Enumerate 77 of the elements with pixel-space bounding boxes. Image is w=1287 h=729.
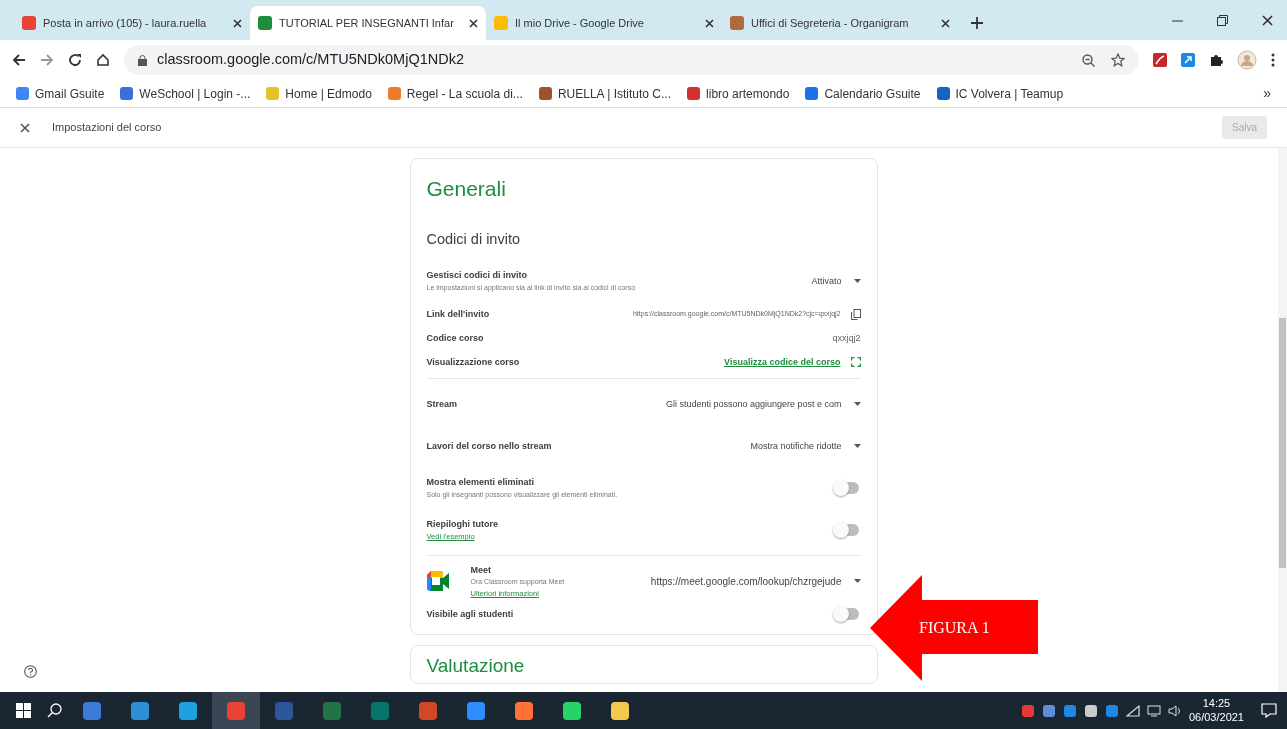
extension-icon[interactable]: [1181, 53, 1195, 67]
card-title: Generali: [426, 176, 507, 202]
windows-logo-icon[interactable]: [16, 703, 31, 718]
more-bookmarks-button[interactable]: »: [1263, 83, 1271, 104]
bookmark[interactable]: Gmail Gsuite: [16, 84, 105, 103]
bookmark[interactable]: Calendario Gsuite: [805, 84, 921, 103]
toggle-switch[interactable]: [834, 524, 859, 537]
bookmark[interactable]: RUELLA | Istituto C...: [538, 84, 672, 103]
tray-icon[interactable]: [1062, 703, 1077, 718]
network-icon[interactable]: [1125, 704, 1140, 717]
menu-icon[interactable]: [1271, 53, 1275, 67]
toggle-switch[interactable]: [834, 608, 859, 621]
new-tab-icon[interactable]: [970, 16, 984, 30]
setting-label: Stream: [426, 397, 457, 411]
page-title: Impostazioni del corso: [52, 120, 162, 136]
forward-icon[interactable]: [40, 53, 54, 67]
toggle-switch[interactable]: [834, 482, 859, 495]
dropdown-select[interactable]: Attivato: [811, 274, 861, 288]
monitor-icon[interactable]: [1146, 704, 1161, 717]
browser-tab[interactable]: Uffici di Segreteria - Organigram: [722, 6, 958, 40]
copy-icon[interactable]: [850, 308, 861, 320]
dropdown-select[interactable]: Mostra notifiche ridotte: [750, 439, 861, 453]
browser-tab[interactable]: TUTORIAL PER INSEGNANTI Infar: [250, 6, 486, 40]
setting-label: Link dell'invito: [426, 307, 490, 321]
setting-label: Visibile agli studenti: [426, 607, 514, 621]
bookmark[interactable]: Home | Edmodo: [266, 84, 372, 103]
bookmark[interactable]: Regel - La scuola di...: [387, 84, 523, 103]
bookmark[interactable]: IC Volvera | Teamup: [936, 84, 1064, 103]
view-code-link[interactable]: Visualizza codice del corso: [724, 355, 841, 369]
tray-icon[interactable]: [1083, 703, 1098, 718]
setting-label: Lavori del corso nello stream: [426, 439, 552, 453]
close-icon[interactable]: [1262, 14, 1273, 26]
tray-icon[interactable]: [1041, 703, 1056, 718]
restore-icon[interactable]: [1217, 14, 1228, 26]
close-icon[interactable]: [941, 18, 950, 28]
clock-date: 06/03/2021: [1188, 710, 1244, 725]
bookmark[interactable]: WeSchool | Login -...: [120, 84, 251, 103]
dropdown-caret-icon: [853, 579, 861, 584]
course-code: qxxjqj2: [832, 331, 861, 345]
speaker-icon[interactable]: [1167, 704, 1182, 717]
setting-label: Riepiloghi tutore: [426, 517, 498, 531]
reload-icon[interactable]: [68, 53, 82, 67]
setting-label: Visualizzazione corso: [426, 355, 520, 369]
card-title: Valutazione: [426, 654, 526, 679]
fullscreen-icon[interactable]: [850, 357, 861, 368]
tray-icon[interactable]: [1104, 703, 1119, 718]
help-icon[interactable]: [24, 665, 37, 678]
setting-label: Codice corso: [426, 331, 484, 345]
clock[interactable]: 14:25 06/03/2021: [1188, 696, 1244, 725]
zoom-icon[interactable]: [1082, 53, 1095, 67]
close-icon[interactable]: [705, 18, 714, 28]
bookmark[interactable]: libro artemondo: [687, 84, 790, 103]
dropdown-select[interactable]: https://meet.google.com/lookup/chzrgejude: [650, 573, 861, 589]
dropdown-caret-icon: [853, 402, 861, 407]
close-icon[interactable]: [20, 122, 30, 133]
setting-label: Gestisci codici di invito: [426, 269, 529, 283]
dropdown-select[interactable]: Gli studenti possono aggiungere post e com: [665, 397, 861, 411]
close-icon[interactable]: [233, 18, 242, 28]
home-icon[interactable]: [96, 53, 110, 67]
scrollbar[interactable]: [1278, 148, 1287, 692]
notification-icon[interactable]: [1261, 703, 1277, 718]
lock-icon: [138, 54, 147, 66]
dropdown-caret-icon: [853, 444, 861, 449]
star-icon[interactable]: [1111, 53, 1125, 67]
browser-tab[interactable]: Il mio Drive - Google Drive: [486, 6, 722, 40]
back-icon[interactable]: [12, 53, 26, 67]
address-bar[interactable]: classroom.google.com/c/MTU5NDk0MjQ1NDk2: [124, 45, 1139, 75]
callout-label: FIGURA 1: [919, 618, 990, 638]
setting-label: Meet: [470, 563, 492, 577]
clock-time: 14:25: [1201, 696, 1232, 711]
section-title: Codici di invito: [426, 229, 521, 249]
browser-tab[interactable]: Posta in arrivo (105) - laura.ruella: [14, 6, 250, 40]
dropdown-caret-icon: [853, 279, 861, 284]
setting-label: Mostra elementi eliminati: [426, 476, 536, 490]
search-icon[interactable]: [47, 703, 62, 718]
close-icon[interactable]: [469, 18, 478, 28]
puzzle-icon[interactable]: [1209, 53, 1223, 67]
